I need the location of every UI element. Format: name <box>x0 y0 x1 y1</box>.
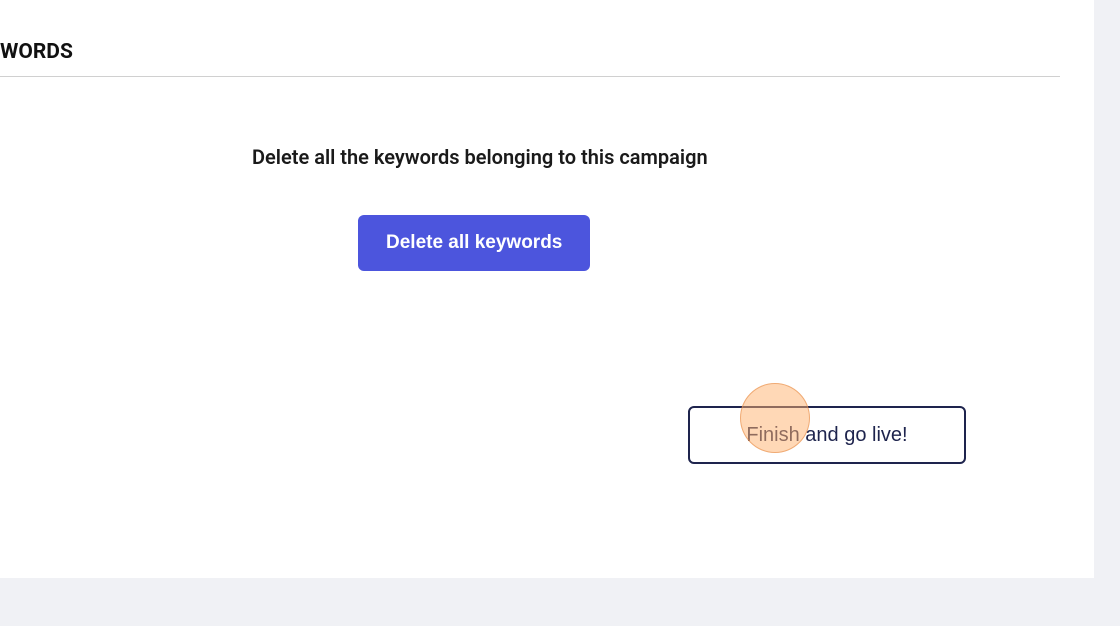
tab-divider <box>0 76 1060 77</box>
delete-all-keywords-button[interactable]: Delete all keywords <box>358 215 590 271</box>
tab-header: WORDS <box>0 40 1094 77</box>
finish-and-go-live-button[interactable]: Finish and go live! <box>688 406 966 464</box>
tab-label-keywords[interactable]: WORDS <box>0 40 73 72</box>
delete-description: Delete all the keywords belonging to thi… <box>252 145 1094 169</box>
main-panel: WORDS Delete all the keywords belonging … <box>0 0 1094 578</box>
content-area: Delete all the keywords belonging to thi… <box>252 145 1094 271</box>
